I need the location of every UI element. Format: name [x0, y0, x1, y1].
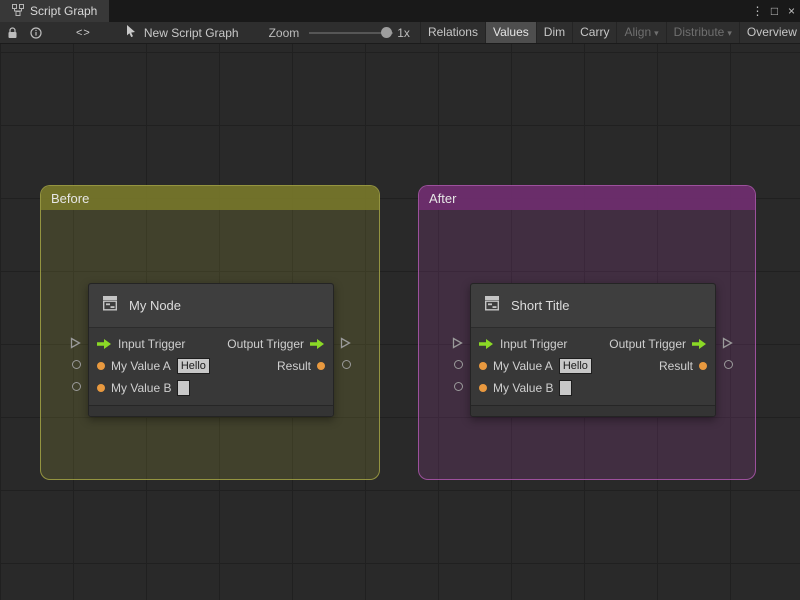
flow-arrow-icon [310, 339, 324, 349]
input-trigger-port[interactable]: Input Trigger [479, 337, 567, 351]
input-trigger-outer-port[interactable] [452, 337, 463, 349]
result-port[interactable]: Result [277, 359, 325, 373]
distribute-dropdown: Distribute ▾ [665, 22, 739, 43]
tab-bar: Script Graph ⋮ □ × [0, 0, 800, 22]
value-a-field[interactable]: Hello [558, 358, 592, 374]
value-b-field[interactable] [559, 380, 573, 396]
node-body: Input Trigger Output Trigger My Value A … [89, 328, 333, 405]
node-footer [471, 405, 715, 416]
maximize-icon[interactable]: □ [766, 4, 783, 18]
group-title: After [429, 190, 457, 206]
input-trigger-outer-port[interactable] [70, 337, 81, 349]
result-outer-port[interactable] [724, 360, 733, 369]
trigger-row: Input Trigger Output Trigger [471, 333, 715, 355]
value-a-row: My Value A Hello Result [471, 355, 715, 377]
pointer-icon [125, 24, 137, 41]
group-before-header[interactable]: Before [41, 186, 379, 210]
dim-button[interactable]: Dim [535, 22, 572, 43]
zoom-value: 1x [397, 25, 410, 40]
node-body: Input Trigger Output Trigger My Value A … [471, 328, 715, 405]
graph-asset-name: New Script Graph [143, 25, 239, 40]
value-port-icon[interactable] [479, 384, 487, 392]
node-title: My Node [129, 298, 182, 313]
relations-button[interactable]: Relations [419, 22, 485, 43]
output-trigger-outer-port[interactable] [722, 337, 733, 349]
close-icon[interactable]: × [783, 4, 800, 18]
code-icon[interactable]: <> [70, 22, 97, 43]
value-a-outer-port[interactable] [72, 360, 81, 369]
value-port-icon[interactable] [479, 362, 487, 370]
toolbar-button-group: Relations Values Dim Carry Align ▾ Distri… [419, 22, 800, 43]
values-button[interactable]: Values [484, 22, 536, 43]
value-a-field[interactable]: Hello [176, 358, 210, 374]
node-my-node[interactable]: My Node Input Trigger Output Trigger My … [88, 283, 334, 417]
value-port-icon[interactable] [97, 362, 105, 370]
script-graph-window: Script Graph ⋮ □ × <> New Script Graph Z… [0, 0, 800, 600]
graph-toolbar: <> New Script Graph Zoom 1x Relations Va… [0, 22, 800, 44]
value-port-icon[interactable] [699, 362, 707, 370]
value-port-icon[interactable] [317, 362, 325, 370]
chevron-down-icon: ▾ [727, 27, 732, 38]
tab-script-graph[interactable]: Script Graph [0, 0, 110, 22]
node-header[interactable]: My Node [89, 284, 333, 328]
value-b-outer-port[interactable] [454, 382, 463, 391]
result-outer-port[interactable] [342, 360, 351, 369]
value-a-port[interactable]: My Value A Hello [97, 358, 210, 374]
value-a-port[interactable]: My Value A Hello [479, 358, 592, 374]
node-header[interactable]: Short Title [471, 284, 715, 328]
pane-menu-icon[interactable]: ⋮ [749, 4, 766, 18]
node-title: Short Title [511, 298, 570, 313]
value-b-row: My Value B [89, 377, 333, 399]
zoom-slider[interactable] [309, 22, 394, 43]
trigger-row: Input Trigger Output Trigger [89, 333, 333, 355]
value-b-row: My Value B [471, 377, 715, 399]
value-b-port[interactable]: My Value B [479, 380, 573, 396]
group-title: Before [51, 190, 90, 206]
flow-arrow-icon [692, 339, 706, 349]
chevron-down-icon: ▾ [654, 27, 659, 38]
info-icon[interactable] [24, 22, 48, 43]
value-b-outer-port[interactable] [72, 382, 81, 391]
result-port[interactable]: Result [659, 359, 707, 373]
group-after-header[interactable]: After [419, 186, 755, 210]
tab-title: Script Graph [30, 4, 98, 18]
output-trigger-port[interactable]: Output Trigger [227, 337, 325, 351]
value-b-field[interactable] [177, 380, 191, 396]
zoom-label: Zoom [268, 25, 300, 40]
script-machine-icon [483, 294, 501, 317]
value-a-outer-port[interactable] [454, 360, 463, 369]
lock-icon[interactable] [0, 22, 24, 43]
overview-button[interactable]: Overview [738, 22, 800, 43]
value-port-icon[interactable] [97, 384, 105, 392]
input-trigger-port[interactable]: Input Trigger [97, 337, 185, 351]
flow-arrow-icon [97, 339, 111, 349]
value-b-port[interactable]: My Value B [97, 380, 191, 396]
output-trigger-port[interactable]: Output Trigger [609, 337, 707, 351]
flow-arrow-icon [479, 339, 493, 349]
graph-tab-icon [12, 3, 24, 19]
node-footer [89, 405, 333, 416]
carry-button[interactable]: Carry [572, 22, 616, 43]
graph-asset-picker[interactable]: New Script Graph [125, 24, 239, 41]
graph-canvas[interactable]: Before After My Node Input Trigger Outpu… [0, 44, 800, 600]
output-trigger-outer-port[interactable] [340, 337, 351, 349]
window-controls: ⋮ □ × [749, 0, 800, 22]
node-short-title[interactable]: Short Title Input Trigger Output Trigger [470, 283, 716, 417]
zoom-slider-handle[interactable] [381, 27, 393, 38]
align-dropdown: Align ▾ [616, 22, 665, 43]
value-a-row: My Value A Hello Result [89, 355, 333, 377]
script-machine-icon [101, 294, 119, 317]
